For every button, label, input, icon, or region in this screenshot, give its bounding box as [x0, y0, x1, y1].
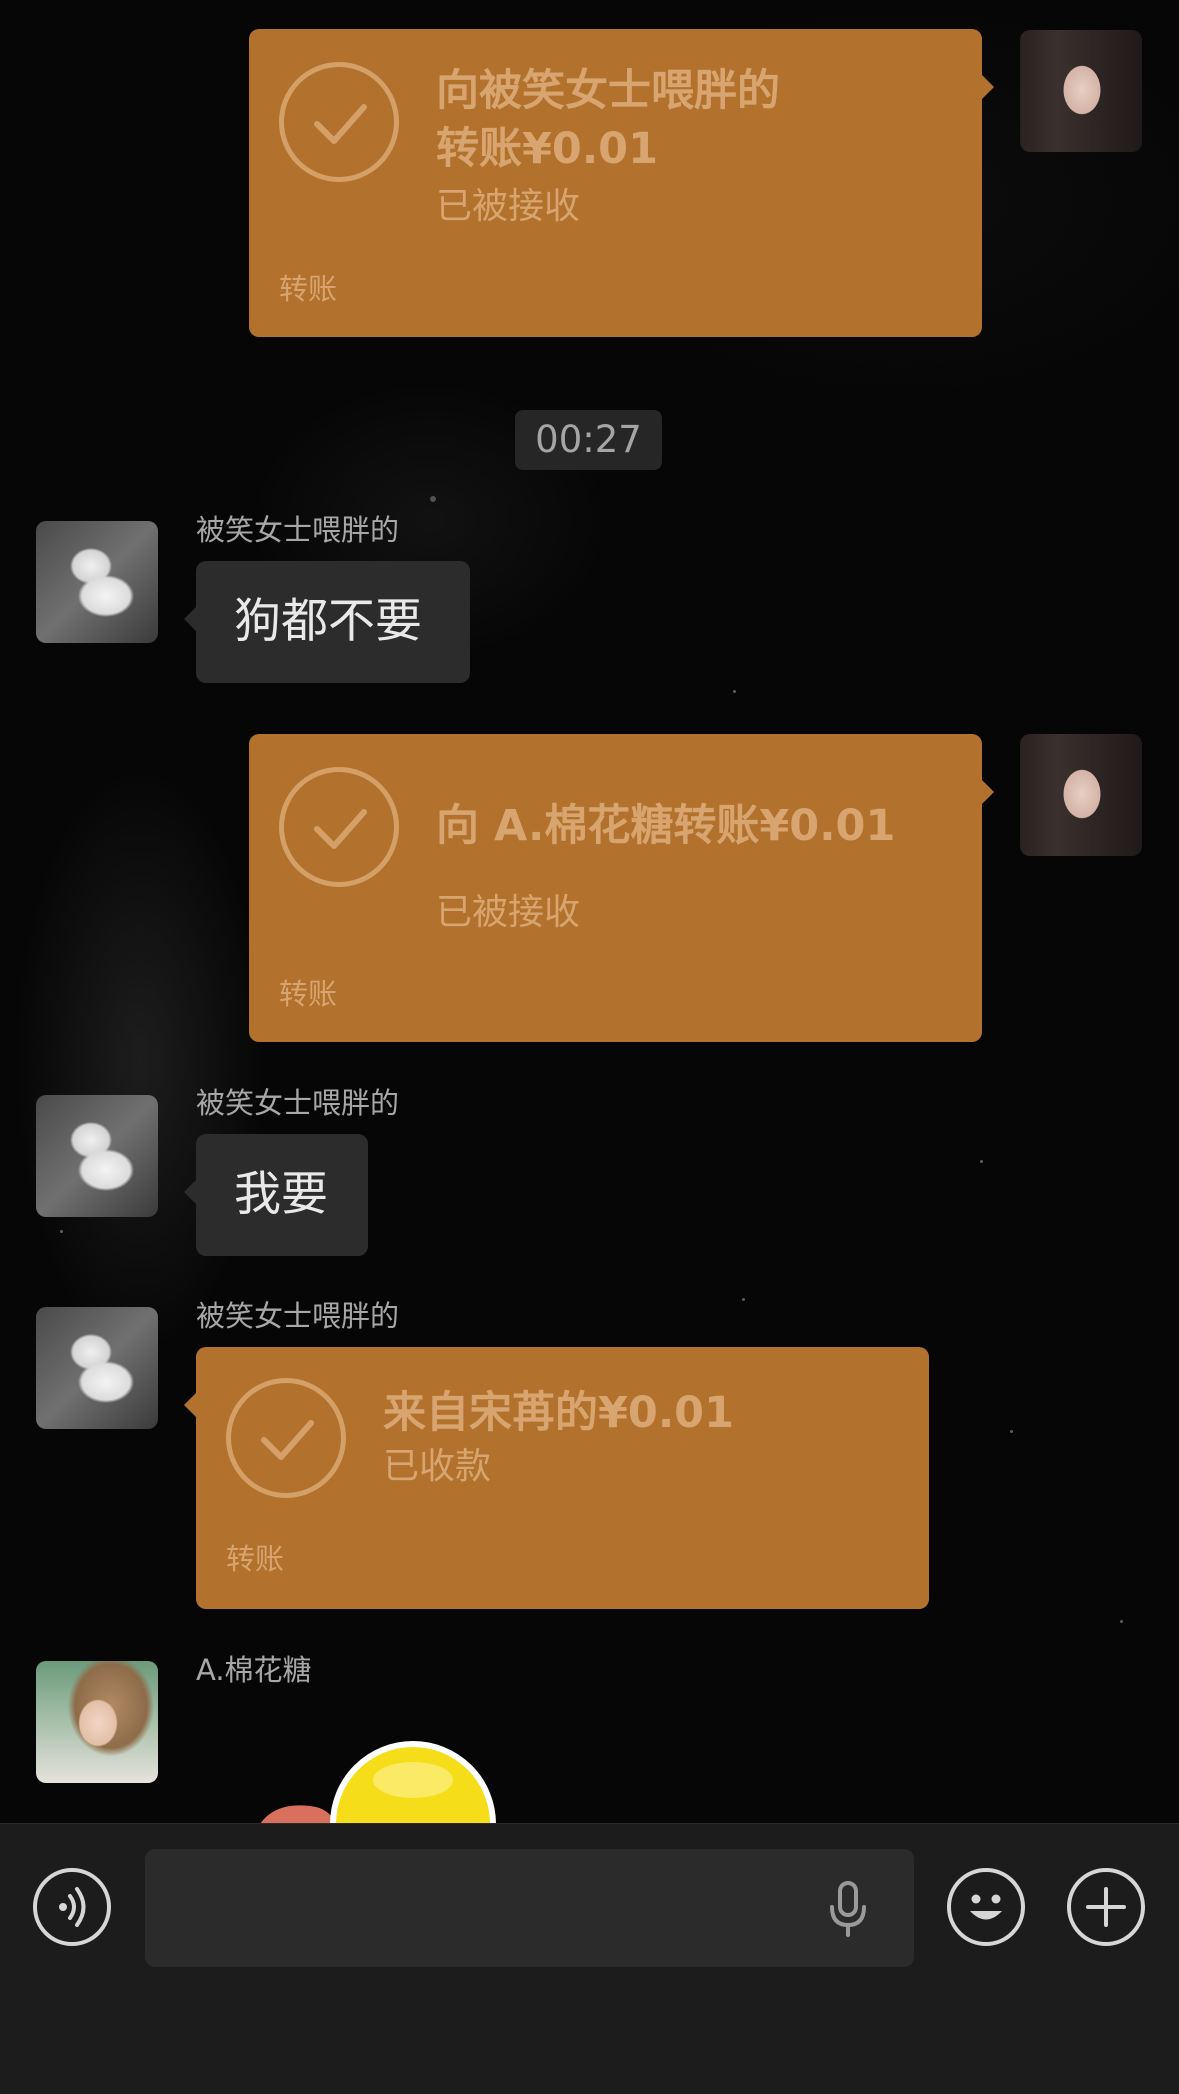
chat-timestamp: 00:27 — [515, 410, 662, 470]
transfer-title: 向被笑女士喂胖的 — [436, 66, 780, 116]
background-star — [733, 690, 736, 693]
voice-icon[interactable] — [33, 1868, 111, 1946]
contact-avatar[interactable] — [36, 521, 158, 643]
transfer-card-sent[interactable]: 向被笑女士喂胖的 转账¥0.01 已被接收 转账 — [249, 29, 994, 337]
transfer-title: 向 A.棉花糖转账¥0.01 — [436, 801, 896, 851]
check-circle-icon — [226, 1378, 346, 1498]
background-star — [980, 1160, 983, 1163]
transfer-card-received[interactable]: 来自宋苒的¥0.01 已收款 转账 — [184, 1347, 929, 1609]
transfer-status: 已收款 — [383, 1446, 492, 1487]
my-avatar[interactable] — [1020, 30, 1142, 152]
bubble-tail — [184, 1179, 197, 1205]
transfer-status: 已被接收 — [436, 892, 581, 933]
sender-name: A.棉花糖 — [196, 1653, 312, 1687]
bubble-tail — [184, 606, 197, 632]
check-circle-icon — [279, 62, 399, 182]
contact-avatar[interactable] — [36, 1307, 158, 1429]
bubble-tail — [981, 74, 994, 100]
transfer-footer: 转账 — [226, 1542, 285, 1576]
message-text: 狗都不要 — [234, 594, 422, 649]
message-input[interactable] — [145, 1849, 914, 1967]
background-star — [430, 496, 436, 502]
chat-input-bar — [0, 1823, 1179, 2094]
transfer-title: 来自宋苒的¥0.01 — [383, 1388, 735, 1438]
sender-name: 被笑女士喂胖的 — [196, 1299, 400, 1333]
text-message-bubble[interactable]: 我要 — [184, 1134, 368, 1256]
background-star — [1010, 1430, 1013, 1433]
bubble-tail — [184, 1392, 197, 1418]
emoji-icon[interactable] — [947, 1868, 1025, 1946]
transfer-footer: 转账 — [279, 272, 338, 306]
contact-avatar[interactable] — [36, 1095, 158, 1217]
text-message-bubble[interactable]: 狗都不要 — [184, 561, 470, 683]
check-circle-icon — [279, 767, 399, 887]
my-avatar[interactable] — [1020, 734, 1142, 856]
contact-avatar[interactable] — [36, 1661, 158, 1783]
transfer-footer: 转账 — [279, 977, 338, 1011]
sticker-emoji[interactable] — [260, 1740, 500, 1824]
bubble-tail — [981, 779, 994, 805]
background-star — [1120, 1620, 1123, 1623]
transfer-card-sent[interactable]: 向 A.棉花糖转账¥0.01 已被接收 转账 — [249, 734, 994, 1042]
microphone-icon[interactable] — [825, 1881, 871, 1937]
background-star — [742, 1298, 745, 1301]
plus-icon[interactable] — [1067, 1868, 1145, 1946]
transfer-status: 已被接收 — [436, 186, 581, 227]
sender-name: 被笑女士喂胖的 — [196, 513, 400, 547]
transfer-amount: 转账¥0.01 — [436, 124, 659, 174]
background-star — [60, 1230, 63, 1233]
sender-name: 被笑女士喂胖的 — [196, 1086, 400, 1120]
message-text: 我要 — [234, 1167, 328, 1222]
